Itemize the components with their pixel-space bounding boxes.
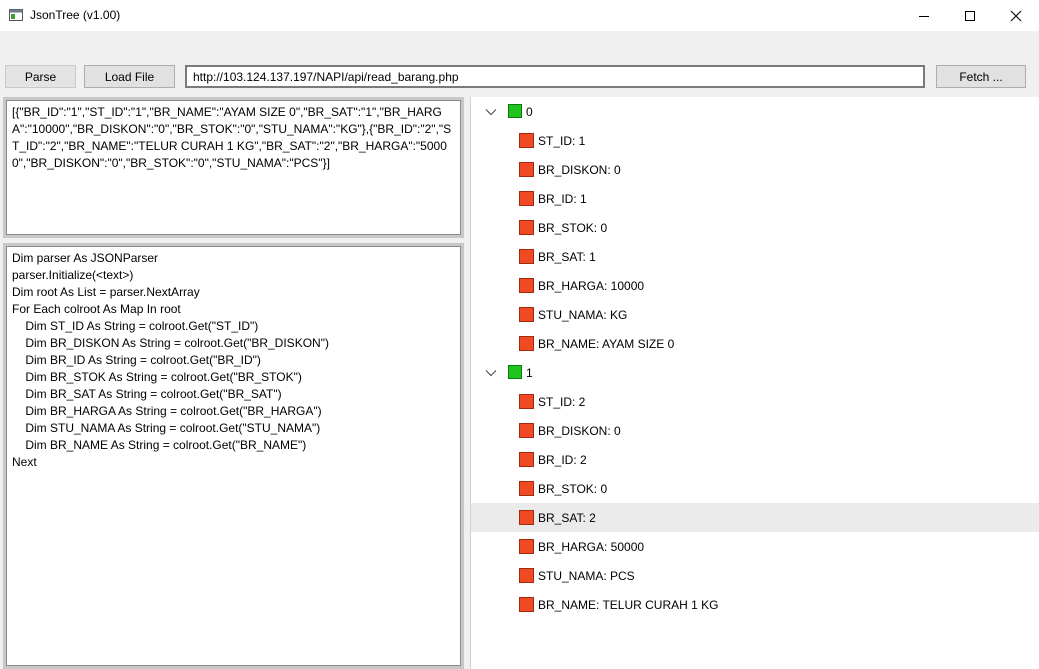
leaf-node-icon [519, 394, 534, 409]
tree-leaf[interactable]: BR_STOK: 0 [471, 213, 1039, 242]
tree-leaf-label: BR_NAME: AYAM SIZE 0 [538, 337, 675, 351]
fetch-button[interactable]: Fetch ... [936, 65, 1026, 88]
object-node-icon [508, 104, 522, 118]
tree-leaf-label: STU_NAMA: KG [538, 308, 628, 322]
tree-leaf[interactable]: BR_DISKON: 0 [471, 155, 1039, 184]
leaf-node-icon [519, 481, 534, 496]
leaf-node-icon [519, 133, 534, 148]
leaf-node-icon [519, 249, 534, 264]
tree-leaf-label: STU_NAMA: PCS [538, 569, 635, 583]
maximize-icon [965, 10, 975, 21]
leaf-node-icon [519, 191, 534, 206]
tree-leaf[interactable]: BR_STOK: 0 [471, 474, 1039, 503]
maximize-button[interactable] [947, 0, 993, 31]
code-text: Dim parser As JSONParser parser.Initiali… [12, 251, 329, 469]
tree-leaf-label: BR_DISKON: 0 [538, 163, 621, 177]
tree-node-label: 0 [526, 105, 533, 119]
tree-leaf[interactable]: BR_NAME: AYAM SIZE 0 [471, 329, 1039, 358]
chevron-down-icon[interactable] [485, 367, 497, 379]
tree-leaf-label: BR_ID: 1 [538, 192, 587, 206]
tree-leaf[interactable]: STU_NAMA: PCS [471, 561, 1039, 590]
tree-leaf-label: BR_HARGA: 50000 [538, 540, 645, 554]
json-input-textarea[interactable]: [{"BR_ID":"1","ST_ID":"1","BR_NAME":"AYA… [3, 97, 464, 238]
parse-button[interactable]: Parse [5, 65, 76, 88]
tree-leaf-label: BR_SAT: 1 [538, 250, 596, 264]
leaf-node-icon [519, 162, 534, 177]
tree-leaf[interactable]: ST_ID: 1 [471, 126, 1039, 155]
leaf-node-icon [519, 278, 534, 293]
minimize-button[interactable] [901, 0, 947, 31]
tree-leaf-label: BR_DISKON: 0 [538, 424, 621, 438]
json-tree-view[interactable]: 0 ST_ID: 1 BR_DISKON: 0 BR_ID: 1 BR_STOK… [470, 97, 1039, 669]
tree-leaf[interactable]: ST_ID: 2 [471, 387, 1039, 416]
tree-node-0[interactable]: 0 [471, 97, 1039, 126]
tree-leaf-label: BR_NAME: TELUR CURAH 1 KG [538, 598, 719, 612]
tree-leaf[interactable]: STU_NAMA: KG [471, 300, 1039, 329]
tree-node-label: 1 [526, 366, 533, 380]
window-title: JsonTree (v1.00) [30, 8, 121, 22]
tree-leaf[interactable]: BR_ID: 2 [471, 445, 1039, 474]
close-button[interactable] [993, 0, 1039, 31]
leaf-node-icon [519, 568, 534, 583]
tree-leaf[interactable]: BR_SAT: 1 [471, 242, 1039, 271]
title-bar: JsonTree (v1.00) [0, 0, 1039, 31]
app-window-icon [9, 9, 23, 21]
tree-leaf[interactable]: BR_HARGA: 50000 [471, 532, 1039, 561]
object-node-icon [508, 365, 522, 379]
tree-leaf[interactable]: BR_NAME: TELUR CURAH 1 KG [471, 590, 1039, 619]
leaf-node-icon [519, 539, 534, 554]
tree-leaf[interactable]: BR_HARGA: 10000 [471, 271, 1039, 300]
leaf-node-icon [519, 452, 534, 467]
tree-leaf[interactable]: BR_DISKON: 0 [471, 416, 1039, 445]
tree-leaf-selected[interactable]: BR_SAT: 2 [471, 503, 1039, 532]
tree-leaf-label: BR_HARGA: 10000 [538, 279, 645, 293]
chevron-down-icon[interactable] [485, 106, 497, 118]
tree-leaf-label: BR_ID: 2 [538, 453, 587, 467]
leaf-node-icon [519, 307, 534, 322]
tree-leaf-label: BR_STOK: 0 [538, 221, 608, 235]
tree-leaf-label: BR_SAT: 2 [538, 511, 596, 525]
url-input[interactable] [185, 65, 925, 88]
minimize-icon [919, 15, 929, 17]
leaf-node-icon [519, 510, 534, 525]
leaf-node-icon [519, 336, 534, 351]
leaf-node-icon [519, 423, 534, 438]
tree-leaf[interactable]: BR_ID: 1 [471, 184, 1039, 213]
leaf-node-icon [519, 220, 534, 235]
load-file-button[interactable]: Load File [84, 65, 175, 88]
tree-leaf-label: BR_STOK: 0 [538, 482, 608, 496]
tree-node-1[interactable]: 1 [471, 358, 1039, 387]
tree-leaf-label: ST_ID: 1 [538, 134, 586, 148]
json-text: [{"BR_ID":"1","ST_ID":"1","BR_NAME":"AYA… [12, 105, 452, 170]
tree-leaf-label: ST_ID: 2 [538, 395, 586, 409]
close-icon [1010, 10, 1022, 21]
generated-code-textarea[interactable]: Dim parser As JSONParser parser.Initiali… [3, 243, 464, 669]
leaf-node-icon [519, 597, 534, 612]
